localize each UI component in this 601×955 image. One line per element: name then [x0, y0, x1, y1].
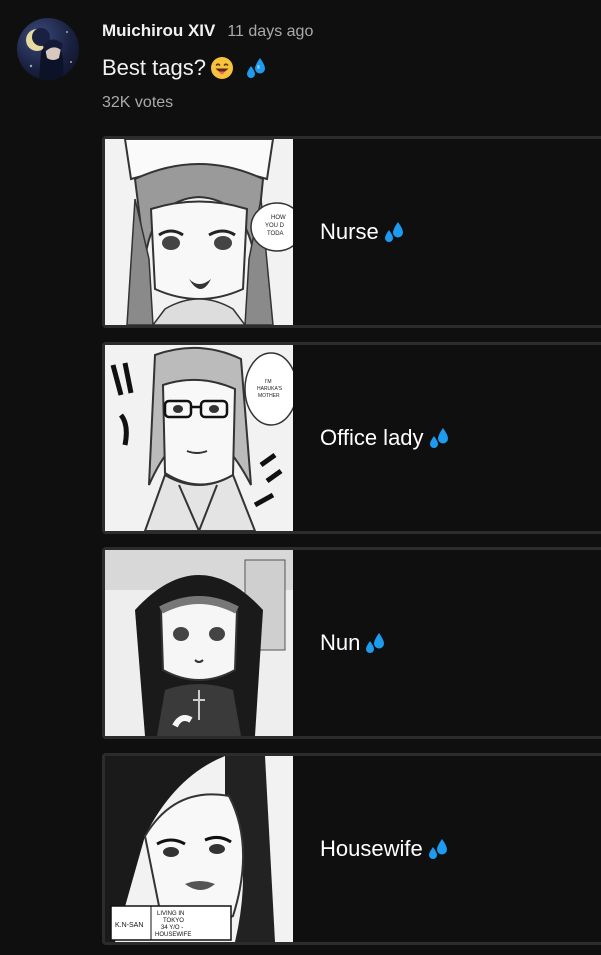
svg-text:LIVING IN: LIVING IN	[157, 911, 184, 917]
manga-housewife-illustration: K.N-SAN LIVING IN TOKYO 34 Y/O - HOUSEWI…	[105, 756, 293, 942]
author-name[interactable]: Muichirou XIV	[102, 21, 215, 41]
option-text: Nurse	[320, 219, 379, 244]
poll-option-image: I'M HARUKA'S MOTHER	[105, 345, 293, 531]
svg-text:TODA: TODA	[267, 231, 284, 237]
poll-option-label: Office lady	[320, 425, 453, 451]
grinning-tongue-emoji-icon	[210, 56, 234, 80]
option-text: Office lady	[320, 425, 424, 450]
manga-nurse-illustration: HOW YOU D TODA	[105, 139, 293, 325]
post-text-content: Best tags?	[102, 55, 206, 80]
sweat-droplets-icon	[427, 426, 453, 450]
manga-office-lady-illustration: I'M HARUKA'S MOTHER	[105, 345, 293, 531]
sweat-droplets-icon	[244, 56, 270, 80]
poll-option-office-lady[interactable]: I'M HARUKA'S MOTHER Office lady	[102, 342, 601, 534]
poll-option-image	[105, 550, 293, 736]
poll-option-label: Housewife	[320, 836, 452, 862]
poll-option-nurse[interactable]: HOW YOU D TODA Nurse	[102, 136, 601, 328]
sweat-droplets-icon	[363, 631, 389, 655]
post-text: Best tags?	[102, 55, 270, 81]
svg-text:HARUKA'S: HARUKA'S	[257, 386, 283, 392]
svg-text:K.N-SAN: K.N-SAN	[115, 922, 143, 929]
sweat-droplets-icon	[382, 220, 408, 244]
post-header: Muichirou XIV 11 days ago	[102, 21, 313, 43]
svg-text:YOU D: YOU D	[265, 223, 285, 229]
poll-option-nun[interactable]: Nun	[102, 547, 601, 739]
svg-text:TOKYO: TOKYO	[163, 918, 184, 924]
svg-text:I'M: I'M	[265, 379, 272, 385]
poll-option-housewife[interactable]: K.N-SAN LIVING IN TOKYO 34 Y/O - HOUSEWI…	[102, 753, 601, 945]
avatar[interactable]	[17, 18, 79, 80]
svg-text:HOUSEWIFE: HOUSEWIFE	[155, 932, 191, 938]
poll-option-label: Nun	[320, 630, 389, 656]
poll-option-image: HOW YOU D TODA	[105, 139, 293, 325]
post-timestamp[interactable]: 11 days ago	[227, 23, 313, 41]
option-text: Housewife	[320, 836, 423, 861]
manga-nun-illustration	[105, 550, 293, 736]
svg-text:MOTHER: MOTHER	[258, 393, 280, 399]
vote-count: 32K votes	[102, 94, 174, 111]
poll-option-image: K.N-SAN LIVING IN TOKYO 34 Y/O - HOUSEWI…	[105, 756, 293, 942]
sweat-droplets-icon	[426, 837, 452, 861]
option-text: Nun	[320, 630, 361, 655]
svg-text:34 Y/O -: 34 Y/O -	[161, 925, 183, 931]
poll-option-label: Nurse	[320, 219, 408, 245]
avatar-image	[26, 28, 72, 80]
svg-text:HOW: HOW	[271, 215, 286, 221]
